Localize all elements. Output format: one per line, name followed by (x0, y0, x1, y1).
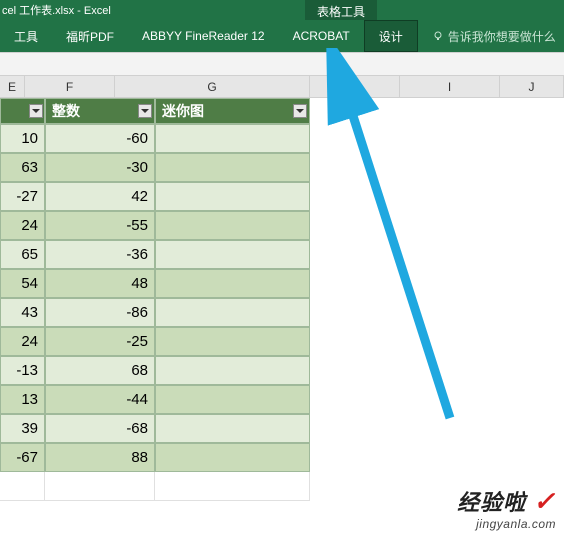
cell[interactable]: 24 (0, 327, 45, 356)
filter-dropdown-icon[interactable] (293, 104, 307, 118)
contextual-tab-group: 表格工具 (305, 0, 377, 20)
cell[interactable]: 39 (0, 414, 45, 443)
filter-dropdown-icon[interactable] (138, 104, 152, 118)
table-row[interactable]: -6788 (0, 443, 564, 472)
ribbon-tab-abbyy[interactable]: ABBYY FineReader 12 (128, 20, 279, 52)
table-row[interactable]: 10-60 (0, 124, 564, 153)
cell[interactable]: -55 (45, 211, 155, 240)
lightbulb-icon (432, 30, 444, 42)
table-row[interactable]: 5448 (0, 269, 564, 298)
tell-me-label: 告诉我你想要做什么 (448, 28, 556, 45)
cell[interactable]: 54 (0, 269, 45, 298)
col-header-e[interactable]: E (0, 76, 25, 98)
sparkline-cell[interactable] (155, 182, 310, 211)
watermark-text: 经验啦 (457, 490, 526, 515)
sparkline-cell[interactable] (155, 211, 310, 240)
formula-bar[interactable] (0, 52, 564, 76)
table-row[interactable]: 65-36 (0, 240, 564, 269)
data-table: 整数 迷你图 10-6063-30-274224-5565-36544843-8… (0, 98, 564, 472)
table-header-integer[interactable]: 整数 (45, 98, 155, 124)
filter-dropdown-icon[interactable] (29, 104, 43, 118)
table-row[interactable]: 43-86 (0, 298, 564, 327)
ribbon-tab-acrobat[interactable]: ACROBAT (279, 20, 364, 52)
table-header-label: 整数 (52, 101, 80, 121)
table-row[interactable]: -2742 (0, 182, 564, 211)
cell[interactable]: 42 (45, 182, 155, 211)
spreadsheet-grid[interactable]: E F G H I J 整数 迷你图 10-6063-30-274224-556… (0, 76, 564, 501)
cell[interactable]: -44 (45, 385, 155, 414)
table-row[interactable]: -1368 (0, 356, 564, 385)
sparkline-cell[interactable] (155, 356, 310, 385)
sparkline-cell[interactable] (155, 153, 310, 182)
watermark-url: jingyanla.com (457, 517, 556, 531)
col-header-h[interactable]: H (310, 76, 400, 98)
table-header-row: 整数 迷你图 (0, 98, 564, 124)
cell[interactable]: -67 (0, 443, 45, 472)
table-header-label: 迷你图 (162, 101, 204, 121)
table-row[interactable]: 24-25 (0, 327, 564, 356)
tell-me-box[interactable]: 告诉我你想要做什么 (418, 28, 556, 45)
ribbon-tab-tools[interactable]: 工具 (0, 20, 52, 52)
sparkline-cell[interactable] (155, 327, 310, 356)
watermark: 经验啦 ✓ jingyanla.com (457, 485, 556, 531)
column-headers: E F G H I J (0, 76, 564, 98)
ribbon: 工具 福昕PDF ABBYY FineReader 12 ACROBAT 设计 … (0, 20, 564, 52)
table-row[interactable]: 39-68 (0, 414, 564, 443)
sparkline-cell[interactable] (155, 240, 310, 269)
cell[interactable]: -30 (45, 153, 155, 182)
col-header-j[interactable]: J (500, 76, 564, 98)
cell[interactable]: -27 (0, 182, 45, 211)
cell[interactable]: 43 (0, 298, 45, 327)
cell[interactable]: 63 (0, 153, 45, 182)
sparkline-cell[interactable] (155, 443, 310, 472)
ribbon-tab-design[interactable]: 设计 (364, 20, 418, 52)
sparkline-cell[interactable] (155, 414, 310, 443)
cell[interactable]: 65 (0, 240, 45, 269)
col-header-g[interactable]: G (115, 76, 310, 98)
cell[interactable]: 88 (45, 443, 155, 472)
cell[interactable]: 10 (0, 124, 45, 153)
col-header-i[interactable]: I (400, 76, 500, 98)
table-row[interactable]: 24-55 (0, 211, 564, 240)
cell[interactable]: -13 (0, 356, 45, 385)
window-title: cel 工作表.xlsx - Excel (0, 2, 111, 18)
cell[interactable]: 24 (0, 211, 45, 240)
titlebar: cel 工作表.xlsx - Excel (0, 0, 564, 20)
col-header-f[interactable]: F (25, 76, 115, 98)
cell[interactable]: 68 (45, 356, 155, 385)
check-icon: ✓ (533, 486, 556, 516)
cell[interactable]: -36 (45, 240, 155, 269)
table-row[interactable]: 63-30 (0, 153, 564, 182)
cell[interactable]: -60 (45, 124, 155, 153)
cell[interactable]: -68 (45, 414, 155, 443)
cell[interactable]: 13 (0, 385, 45, 414)
sparkline-cell[interactable] (155, 124, 310, 153)
cell[interactable]: 48 (45, 269, 155, 298)
sparkline-cell[interactable] (155, 269, 310, 298)
ribbon-tab-foxit-pdf[interactable]: 福昕PDF (52, 20, 128, 52)
cell[interactable]: -86 (45, 298, 155, 327)
table-header-blank[interactable] (0, 98, 45, 124)
sparkline-cell[interactable] (155, 385, 310, 414)
cell[interactable]: -25 (45, 327, 155, 356)
sparkline-cell[interactable] (155, 298, 310, 327)
table-header-sparkline[interactable]: 迷你图 (155, 98, 310, 124)
table-row[interactable]: 13-44 (0, 385, 564, 414)
